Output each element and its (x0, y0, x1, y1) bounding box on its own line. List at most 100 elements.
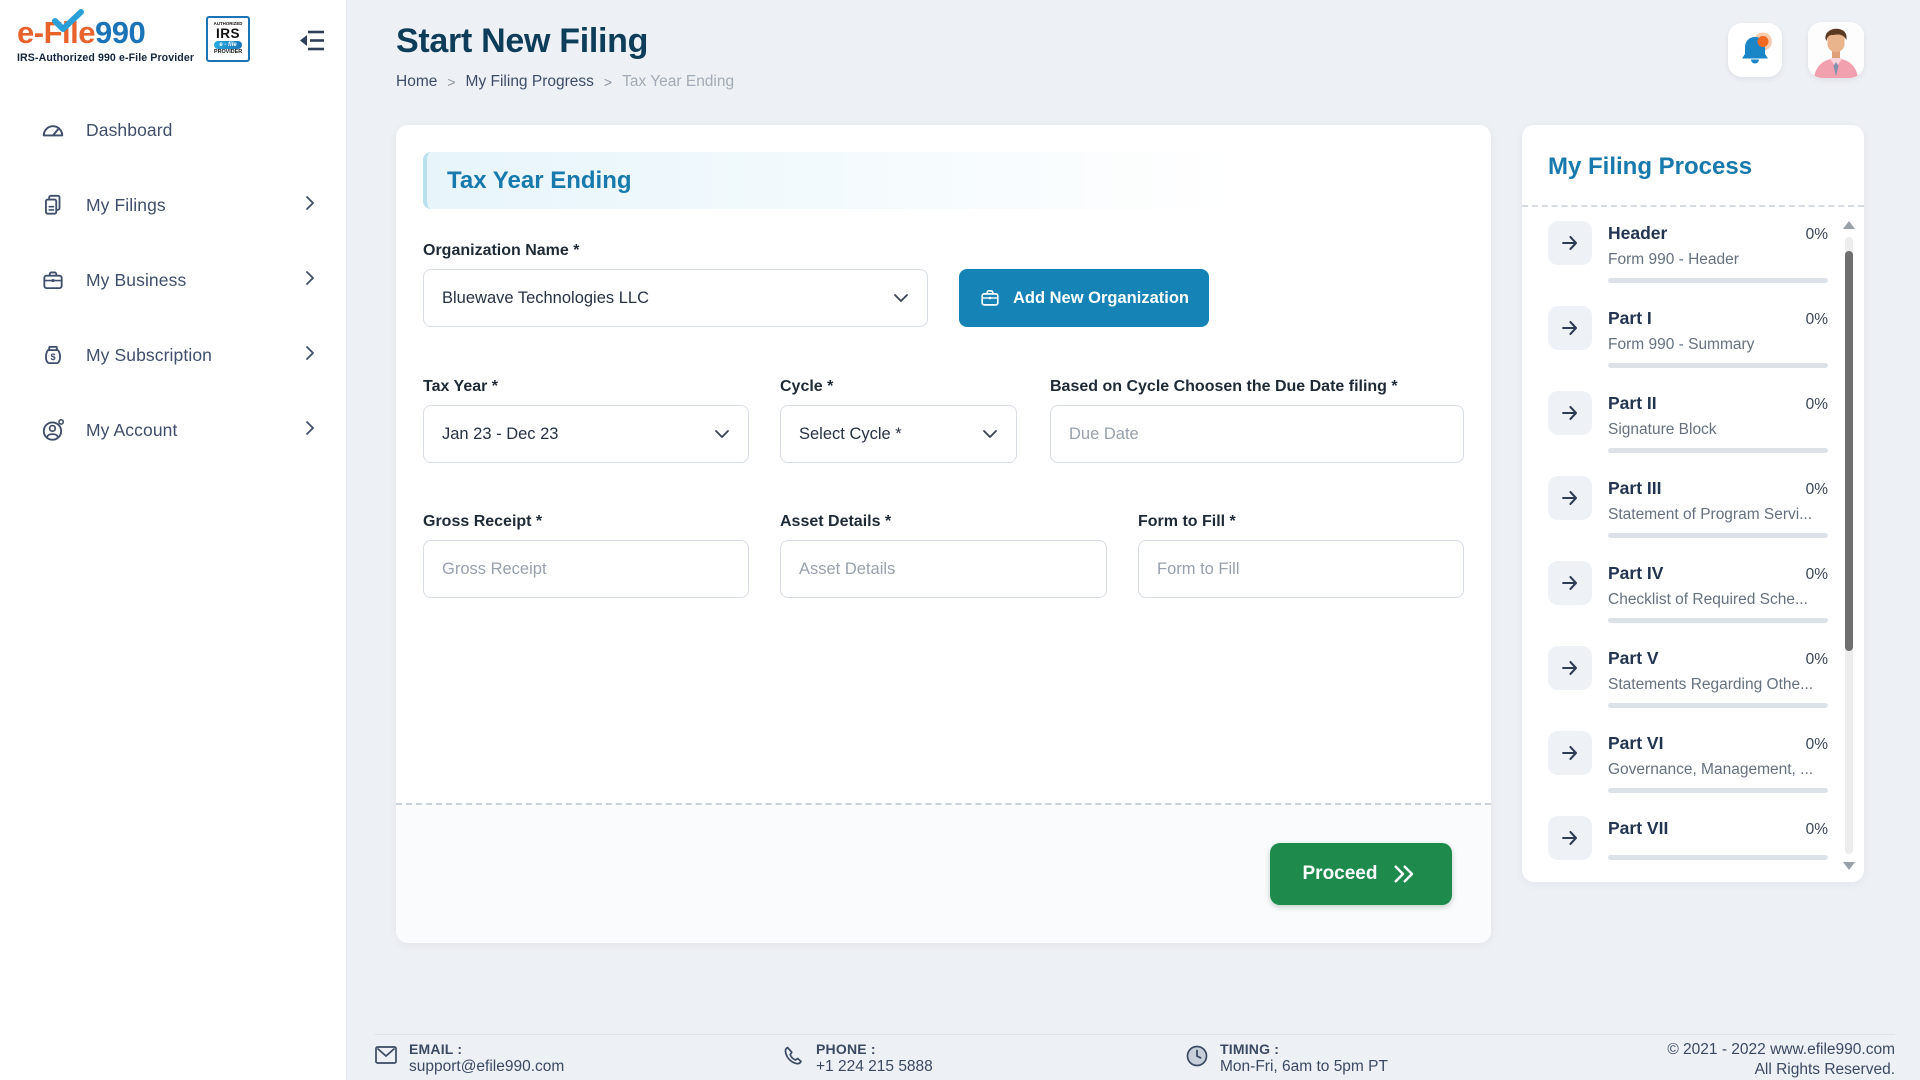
tax-year-value: Jan 23 - Dec 23 (442, 425, 558, 444)
email-icon (374, 1044, 398, 1066)
gross-receipt-input[interactable] (423, 540, 749, 598)
documents-icon (40, 192, 66, 218)
part-progress-bar (1608, 533, 1828, 538)
part-percent: 0% (1806, 651, 1828, 669)
main-area: Start New Filing Home > My Filing Progre… (347, 0, 1920, 1080)
part-subtitle: Statement of Program Servi... (1608, 506, 1828, 524)
arrow-right-icon (1548, 476, 1592, 520)
user-gear-icon (40, 417, 66, 443)
organization-name-select[interactable]: Bluewave Technologies LLC (423, 269, 928, 327)
part-title: Header (1608, 223, 1667, 244)
filing-process-title: My Filing Process (1548, 153, 1864, 181)
part-title: Part I (1608, 308, 1652, 329)
add-new-organization-button[interactable]: Add New Organization (959, 269, 1209, 327)
part-percent: 0% (1806, 396, 1828, 414)
logo-tagline: IRS-Authorized 990 e-File Provider (17, 52, 194, 64)
arrow-right-icon (1548, 561, 1592, 605)
filing-process-item[interactable]: Part VI 0% Governance, Management, ... (1548, 731, 1828, 793)
panel-scrollbar[interactable] (1844, 221, 1854, 870)
timing-value: Mon-Fri, 6am to 5pm PT (1220, 1058, 1388, 1076)
form-body: Organization Name * Bluewave Technologie… (396, 209, 1491, 598)
part-progress-bar (1608, 855, 1828, 860)
part-title: Part V (1608, 648, 1659, 669)
filing-process-item[interactable]: Part V 0% Statements Regarding Othe... (1548, 646, 1828, 708)
filing-process-item[interactable]: Part IV 0% Checklist of Required Sche... (1548, 561, 1828, 623)
part-percent: 0% (1806, 566, 1828, 584)
sidebar-item-dashboard[interactable]: Dashboard (0, 106, 346, 154)
filing-process-item[interactable]: Part II 0% Signature Block (1548, 391, 1828, 453)
sidebar-item-my-filings[interactable]: My Filings (0, 181, 346, 229)
chevron-down-icon (714, 429, 730, 439)
proceed-button[interactable]: Proceed (1270, 843, 1452, 905)
tax-year-label: Tax Year * (423, 378, 749, 396)
filing-process-item[interactable]: Header 0% Form 990 - Header (1548, 221, 1828, 283)
breadcrumb-home[interactable]: Home (396, 73, 437, 91)
bell-icon (1733, 28, 1777, 72)
breadcrumb: Home > My Filing Progress > Tax Year End… (396, 73, 734, 91)
dashboard-icon (40, 117, 66, 143)
breadcrumb-current: Tax Year Ending (622, 73, 734, 91)
cycle-select[interactable]: Select Cycle * (780, 405, 1017, 463)
logo-990-text: 990 (95, 15, 145, 50)
sidebar-item-my-account[interactable]: My Account (0, 406, 346, 454)
irs-authorized-badge: AUTHORIZED IRS e - file PROVIDER (206, 16, 250, 62)
filing-process-item[interactable]: Part I 0% Form 990 - Summary (1548, 306, 1828, 368)
copyright-line2: All Rights Reserved. (1667, 1060, 1895, 1080)
form-to-fill-input[interactable] (1138, 540, 1464, 598)
sidebar-item-my-subscription[interactable]: $ My Subscription (0, 331, 346, 379)
clock-icon (1185, 1044, 1209, 1068)
top-actions (1728, 22, 1864, 78)
cycle-value: Select Cycle * (799, 425, 902, 444)
organization-name-label: Organization Name * (423, 242, 928, 260)
phone-value[interactable]: +1 224 215 5888 (816, 1058, 933, 1076)
sidebar: e-File990 IRS-Authorized 990 e-File Prov… (0, 0, 347, 1080)
email-label: EMAIL : (409, 1040, 564, 1058)
part-subtitle: Form 990 - Header (1608, 251, 1828, 269)
gross-receipt-label: Gross Receipt * (423, 513, 749, 531)
scroll-down-arrow[interactable] (1843, 862, 1855, 870)
due-date-input[interactable] (1050, 405, 1464, 463)
chevron-right-icon (304, 420, 316, 441)
sidebar-collapse-icon[interactable] (298, 28, 326, 57)
part-percent: 0% (1806, 311, 1828, 329)
notifications-bell-button[interactable] (1728, 23, 1782, 77)
efile990-logo[interactable]: e-File990 IRS-Authorized 990 e-File Prov… (17, 16, 194, 64)
tax-year-select[interactable]: Jan 23 - Dec 23 (423, 405, 749, 463)
part-progress-bar (1608, 278, 1828, 283)
part-percent: 0% (1806, 736, 1828, 754)
card-footer: Proceed (396, 803, 1491, 943)
part-subtitle: Checklist of Required Sche... (1608, 591, 1828, 609)
scroll-up-arrow[interactable] (1843, 221, 1855, 229)
phone-icon (781, 1044, 805, 1068)
copyright-line1: © 2021 - 2022 www.efile990.com (1667, 1040, 1895, 1060)
scrollbar-track[interactable] (1845, 237, 1853, 854)
asset-details-input[interactable] (780, 540, 1107, 598)
part-subtitle: Signature Block (1608, 421, 1828, 439)
avatar-image (1808, 22, 1864, 78)
filing-process-item[interactable]: Part VII 0% (1548, 816, 1828, 860)
chevron-down-icon (982, 429, 998, 439)
breadcrumb-my-filing-progress[interactable]: My Filing Progress (466, 73, 594, 91)
part-subtitle: Governance, Management, ... (1608, 761, 1828, 779)
arrow-right-icon (1548, 221, 1592, 265)
app-root: e-File990 IRS-Authorized 990 e-File Prov… (0, 0, 1920, 1080)
brand-row: e-File990 IRS-Authorized 990 e-File Prov… (0, 0, 346, 64)
section-title-band: Tax Year Ending (423, 152, 1303, 209)
chevron-right-icon (304, 270, 316, 291)
scrollbar-thumb[interactable] (1845, 251, 1853, 651)
filing-process-item[interactable]: Part III 0% Statement of Program Servi..… (1548, 476, 1828, 538)
part-percent: 0% (1806, 226, 1828, 244)
my-filing-process-panel: My Filing Process Header 0% Form 990 - H… (1522, 125, 1864, 882)
part-progress-bar (1608, 788, 1828, 793)
organization-name-value: Bluewave Technologies LLC (442, 289, 649, 308)
subscription-money-icon: $ (40, 342, 66, 368)
part-percent: 0% (1806, 821, 1828, 839)
timing-label: TIMING : (1220, 1040, 1388, 1058)
part-percent: 0% (1806, 481, 1828, 499)
part-progress-bar (1608, 703, 1828, 708)
sidebar-item-my-business[interactable]: My Business (0, 256, 346, 304)
email-value[interactable]: support@efile990.com (409, 1058, 564, 1076)
tax-year-ending-card: Tax Year Ending Organization Name * Blue… (396, 125, 1491, 943)
user-avatar[interactable] (1808, 22, 1864, 78)
cycle-label: Cycle * (780, 378, 1017, 396)
